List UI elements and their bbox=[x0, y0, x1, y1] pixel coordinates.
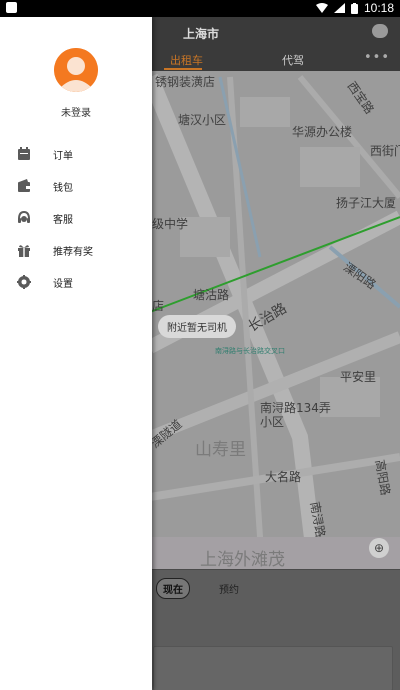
notification-icon bbox=[6, 2, 17, 13]
signal-icon bbox=[333, 3, 345, 13]
locate-me-button[interactable]: ⊕ bbox=[369, 538, 389, 558]
menu-label: 推荐有奖 bbox=[53, 246, 93, 258]
map-label: 南浔路134弄小区 bbox=[260, 401, 331, 429]
gear-icon bbox=[17, 275, 31, 289]
map-label: 西街门 bbox=[370, 144, 400, 158]
more-icon[interactable]: ••• bbox=[364, 50, 390, 65]
gift-icon bbox=[18, 245, 30, 257]
destination-box[interactable] bbox=[153, 646, 393, 690]
map-label: 大名路 bbox=[265, 470, 302, 484]
map-label: 华源办公楼 bbox=[292, 125, 353, 139]
menu-label: 设置 bbox=[53, 278, 73, 290]
menu-item-wallet[interactable]: 钱包 bbox=[0, 171, 152, 201]
map-label: 上海外滩茂 bbox=[200, 550, 285, 570]
no-driver-tooltip: 附近暂无司机 bbox=[158, 315, 236, 338]
map-label: 南浔路与长治路交叉口 bbox=[215, 347, 285, 355]
wallet-icon bbox=[18, 179, 30, 192]
map-label: 店 bbox=[152, 299, 165, 313]
map-label: 山寿里 bbox=[195, 440, 246, 460]
active-tab-indicator bbox=[164, 68, 202, 70]
order-icon bbox=[18, 147, 30, 160]
menu-label: 客服 bbox=[53, 214, 73, 226]
tab-taxi[interactable]: 出租车 bbox=[170, 52, 203, 68]
navigation-drawer: 未登录 订单 钱包 客服 推荐有奖 设置 bbox=[0, 17, 152, 690]
user-avatar-icon bbox=[54, 48, 98, 92]
tab-designated-driver[interactable]: 代驾 bbox=[282, 52, 304, 68]
battery-icon bbox=[350, 2, 358, 14]
map-label: 级中学 bbox=[152, 217, 189, 231]
app-screen: 上海市 出租车 代驾 ••• 锈钢装潢店 塘汉小区 华源办公楼 西宝路 西街门 … bbox=[0, 17, 400, 690]
menu-item-settings[interactable]: 设置 bbox=[0, 267, 152, 297]
wifi-icon bbox=[315, 3, 328, 13]
menu-label: 钱包 bbox=[53, 182, 73, 194]
map-label: 平安里 bbox=[340, 370, 377, 384]
map-label: 锈钢装潢店 bbox=[155, 75, 216, 89]
reserve-button[interactable]: 预约 bbox=[219, 581, 239, 596]
menu-item-referral[interactable]: 推荐有奖 bbox=[0, 235, 152, 265]
message-icon[interactable] bbox=[372, 24, 388, 38]
login-label[interactable]: 未登录 bbox=[0, 104, 152, 119]
status-time: 10:18 bbox=[363, 1, 394, 15]
status-bar: 10:18 bbox=[0, 0, 400, 17]
support-icon bbox=[18, 211, 30, 223]
map-label: 塘沽路 bbox=[193, 288, 230, 302]
map-label: 扬子江大厦 bbox=[336, 196, 397, 210]
menu-item-support[interactable]: 客服 bbox=[0, 203, 152, 233]
map-label: 塘汉小区 bbox=[178, 113, 227, 127]
city-selector[interactable]: 上海市 bbox=[183, 25, 219, 42]
menu-label: 订单 bbox=[53, 150, 73, 162]
now-button[interactable]: 现在 bbox=[156, 578, 190, 599]
menu-item-orders[interactable]: 订单 bbox=[0, 139, 152, 169]
avatar[interactable] bbox=[54, 48, 98, 92]
